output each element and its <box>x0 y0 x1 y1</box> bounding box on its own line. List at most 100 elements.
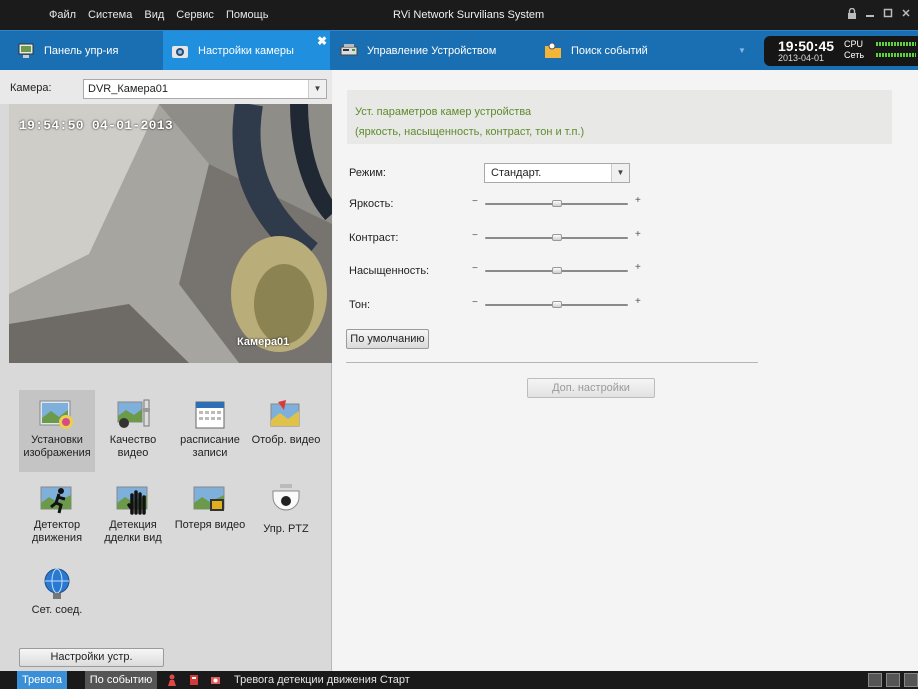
default-button[interactable]: По умолчанию <box>346 329 429 349</box>
plus-icon[interactable]: + <box>635 296 641 307</box>
tamper-detection-button[interactable]: Детекция дделки вид <box>95 475 171 557</box>
restore-icon[interactable] <box>886 673 900 687</box>
slider-thumb[interactable] <box>551 267 562 274</box>
plus-icon[interactable]: + <box>635 229 641 240</box>
motion-detection-label: Детектор движения <box>31 519 83 544</box>
menu-help[interactable]: Помощь <box>226 9 269 21</box>
menu-system[interactable]: Система <box>88 9 132 21</box>
maximize-icon[interactable] <box>882 6 894 20</box>
network-connection-button[interactable]: Сет. соед. <box>19 560 95 642</box>
calendar-icon <box>195 401 225 429</box>
hue-label: Тон: <box>349 299 371 311</box>
plus-icon[interactable]: + <box>635 262 641 273</box>
video-quality-label: Качество видео <box>109 434 157 459</box>
image-settings-button[interactable]: Установки изображения <box>19 390 95 472</box>
brightness-label: Яркость: <box>349 198 394 210</box>
minus-icon[interactable]: − <box>472 230 478 241</box>
cpu-label: CPU <box>844 39 864 49</box>
video-display-label: Отобр. видео <box>251 434 321 446</box>
tab-label: Поиск событий <box>571 45 648 57</box>
camera-selector-row: Камера: DVR_Камера01 ▼ <box>0 70 332 104</box>
video-quality-button[interactable]: Качество видео <box>95 390 171 472</box>
tab-label: Панель упр-ия <box>44 45 119 57</box>
divider <box>346 362 758 363</box>
globe-network-icon <box>44 568 70 599</box>
recording-schedule-button[interactable]: расписание записи <box>172 390 248 472</box>
video-loss-button[interactable]: Потеря видео <box>172 475 248 557</box>
motion-detection-button[interactable]: Детектор движения <box>19 475 95 557</box>
recording-schedule-label: расписание записи <box>180 434 240 459</box>
saturation-slider[interactable]: − + <box>472 262 642 277</box>
folder-search-icon <box>545 42 561 58</box>
contrast-slider[interactable]: − + <box>472 229 642 244</box>
slider-thumb[interactable] <box>551 200 562 207</box>
close-icon[interactable] <box>900 6 912 20</box>
tab-camera-settings[interactable]: Настройки камеры ✖ <box>163 31 330 71</box>
tab-close-icon[interactable]: ✖ <box>317 34 327 48</box>
video-osd-camera-name: Камера01 <box>237 336 290 348</box>
menu-view[interactable]: Вид <box>144 9 164 21</box>
tab-dropdown-icon[interactable]: ▼ <box>738 46 746 55</box>
alarm-tab[interactable]: Тревога <box>17 671 67 689</box>
camera-select[interactable]: DVR_Камера01 ▼ <box>83 79 327 99</box>
slider-thumb[interactable] <box>551 234 562 241</box>
main-panel: Уст. параметров камер устройства (яркост… <box>333 70 918 671</box>
tab-event-search[interactable]: Поиск событий <box>544 31 694 71</box>
minus-icon[interactable]: − <box>472 297 478 308</box>
chevron-down-icon[interactable]: ▼ <box>308 80 326 98</box>
status-bar: Тревога По событию Тревога детекции движ… <box>0 671 918 689</box>
camera-label: Камера: <box>10 82 52 94</box>
video-loss-icon <box>193 486 225 511</box>
saturation-label: Насыщенность: <box>349 265 430 277</box>
ptz-control-button[interactable]: Упр. PTZ <box>248 475 324 557</box>
menu-bar: Файл Система Вид Сервис Помощь <box>49 9 268 21</box>
chevron-down-icon[interactable]: ▼ <box>611 164 629 182</box>
slider-thumb[interactable] <box>551 301 562 308</box>
tab-label: Управление Устройством <box>367 45 497 57</box>
network-meter <box>876 53 916 57</box>
info-line-2: (яркость, насыщенность, контраст, тон и … <box>355 126 585 138</box>
app-title: RVi Network Survilians System <box>393 9 545 21</box>
pin-icon[interactable] <box>868 673 882 687</box>
tab-control-panel[interactable]: Панель упр-ия <box>17 31 157 71</box>
menu-service[interactable]: Сервис <box>176 9 214 21</box>
alarm-record-icon <box>190 675 198 685</box>
alarm-camera-icon <box>211 677 220 684</box>
camera-select-value: DVR_Камера01 <box>88 83 169 95</box>
motion-detection-icon <box>40 486 72 514</box>
tab-device-management[interactable]: Управление Устройством <box>340 31 530 71</box>
plus-icon[interactable]: + <box>635 195 641 206</box>
advanced-settings-button[interactable]: Доп. настройки <box>527 378 655 398</box>
window-controls <box>846 6 912 20</box>
hue-slider[interactable]: − + <box>472 296 642 311</box>
contrast-label: Контраст: <box>349 232 399 244</box>
dvr-device-icon <box>340 44 358 56</box>
minimize-icon[interactable] <box>864 6 876 20</box>
minus-icon[interactable]: − <box>472 263 478 274</box>
expand-icon[interactable] <box>904 673 918 687</box>
video-display-button[interactable]: Отобр. видео <box>248 390 324 472</box>
monitor-icon <box>18 43 34 58</box>
video-display-icon <box>270 400 300 427</box>
ptz-dome-camera-icon <box>272 484 300 511</box>
status-bar-tools <box>868 673 918 687</box>
tab-label: Настройки камеры <box>198 45 294 57</box>
video-loss-label: Потеря видео <box>174 519 246 531</box>
event-tab[interactable]: По событию <box>85 671 157 689</box>
title-bar: Файл Система Вид Сервис Помощь RVi Netwo… <box>0 0 918 30</box>
minus-icon[interactable]: − <box>472 196 478 207</box>
ptz-control-label: Упр. PTZ <box>263 523 309 535</box>
video-osd-timestamp: 19:54:50 04-01-2013 <box>19 118 173 133</box>
status-message: Тревога детекции движения Старт <box>234 674 410 686</box>
image-settings-icon <box>39 400 73 429</box>
alarm-person-icon <box>168 674 176 686</box>
lock-icon[interactable] <box>846 6 858 20</box>
video-preview: 19:54:50 04-01-2013 Камера01 <box>9 104 332 363</box>
network-label: Сеть <box>844 50 865 60</box>
device-settings-button[interactable]: Настройки устр. <box>19 648 164 667</box>
camera-image <box>9 104 332 363</box>
brightness-slider[interactable]: − + <box>472 195 642 210</box>
image-settings-label: Установки изображения <box>23 434 91 459</box>
menu-file[interactable]: Файл <box>49 9 76 21</box>
mode-select[interactable]: Стандарт. ▼ <box>484 163 630 183</box>
